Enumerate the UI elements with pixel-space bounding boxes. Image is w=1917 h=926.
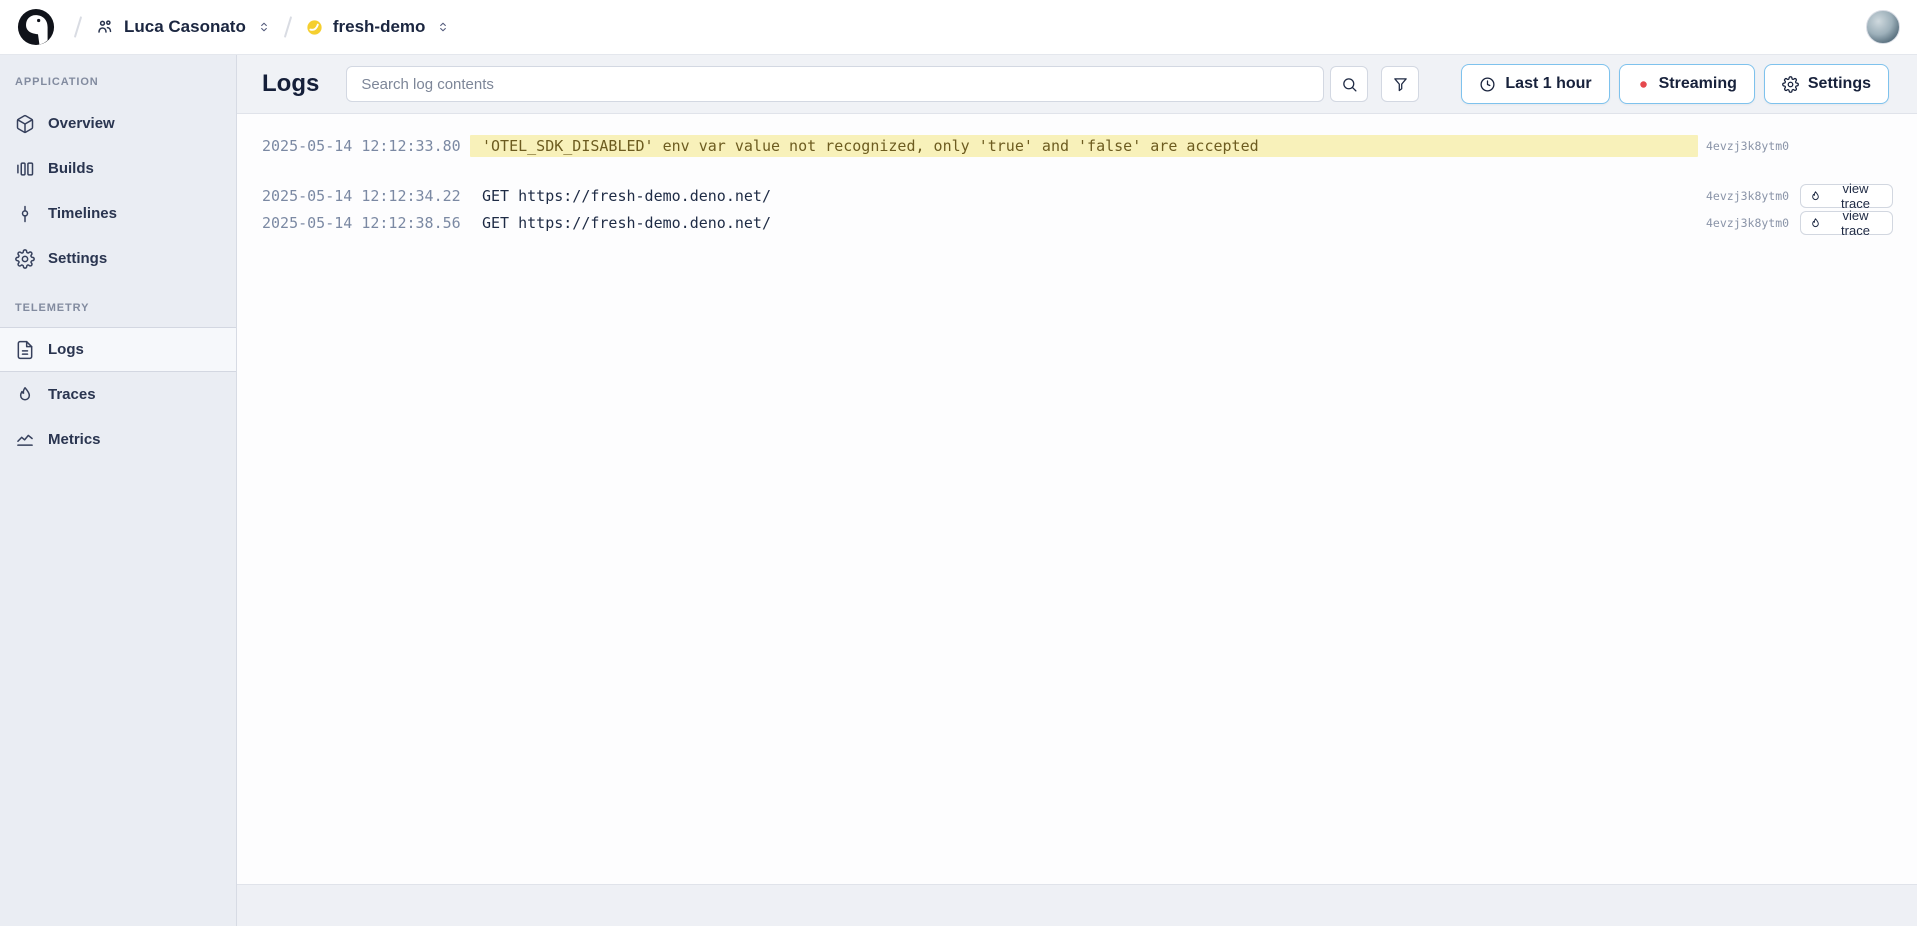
breadcrumb-project-label: fresh-demo <box>333 17 426 37</box>
sidebar-item-timelines[interactable]: Timelines <box>0 191 236 236</box>
sidebar-item-label: Metrics <box>48 431 101 448</box>
filter-icon <box>1392 76 1409 93</box>
deno-logo[interactable] <box>17 8 55 46</box>
log-row[interactable]: 2025-05-14 12:12:38.56 GET https://fresh-… <box>237 212 1917 234</box>
search-input[interactable] <box>346 66 1324 102</box>
sidebar-item-overview[interactable]: Overview <box>0 101 236 146</box>
sidebar-item-label: Timelines <box>48 205 117 222</box>
clock-icon <box>1479 76 1496 93</box>
view-trace-label: view trace <box>1827 181 1884 211</box>
filter-button[interactable] <box>1381 66 1419 102</box>
log-row[interactable]: 2025-05-14 12:12:33.80 'OTEL_SDK_DISABLED… <box>237 135 1917 157</box>
sidebar-item-traces[interactable]: Traces <box>0 372 236 417</box>
avatar[interactable] <box>1866 10 1900 44</box>
log-list: 2025-05-14 12:12:33.80 'OTEL_SDK_DISABLED… <box>237 114 1917 884</box>
topbar: Luca Casonato fresh-demo <box>0 0 1917 55</box>
deno-logo-icon <box>17 8 55 46</box>
breadcrumb-separator <box>74 16 82 38</box>
gear-icon <box>15 249 35 269</box>
toolbar-actions: Last 1 hour Streaming Settings <box>1461 64 1889 104</box>
log-message-warning: 'OTEL_SDK_DISABLED' env var value not re… <box>470 135 1698 157</box>
breadcrumb-org[interactable]: Luca Casonato <box>95 17 271 37</box>
sidebar-item-label: Logs <box>48 341 84 358</box>
flame-icon <box>1809 190 1822 203</box>
view-trace-label: view trace <box>1827 208 1884 238</box>
organization-icon <box>95 17 115 37</box>
sidebar-section-label: TELEMETRY <box>0 281 236 327</box>
red-dot-icon <box>1637 78 1650 91</box>
logs-toolbar: Logs Last 1 hour Streaming Setti <box>237 55 1917 114</box>
streaming-label: Streaming <box>1659 75 1737 93</box>
sidebar-item-label: Settings <box>48 250 107 267</box>
log-settings-label: Settings <box>1808 75 1871 93</box>
time-range-button[interactable]: Last 1 hour <box>1461 64 1609 104</box>
sidebar: APPLICATION Overview Builds Timelines Settin… <box>0 55 237 926</box>
log-message-wrap: GET https://fresh-demo.deno.net/ <box>470 187 1698 205</box>
sidebar-item-builds[interactable]: Builds <box>0 146 236 191</box>
log-message: GET https://fresh-demo.deno.net/ <box>470 187 783 205</box>
cube-icon <box>15 114 35 134</box>
file-text-icon <box>15 340 35 360</box>
log-row[interactable]: 2025-05-14 12:12:34.22 GET https://fresh-… <box>237 185 1917 207</box>
sidebar-item-settings[interactable]: Settings <box>0 236 236 281</box>
sidebar-section-label: APPLICATION <box>0 55 236 101</box>
footer-strip <box>237 884 1917 926</box>
sidebar-item-logs[interactable]: Logs <box>0 327 236 372</box>
view-trace-button[interactable]: view trace <box>1800 211 1893 235</box>
sidebar-item-label: Traces <box>48 386 96 403</box>
search-button[interactable] <box>1330 66 1368 102</box>
sidebar-item-metrics[interactable]: Metrics <box>0 417 236 462</box>
breadcrumb-separator <box>284 16 292 38</box>
main-content: Logs Last 1 hour Streaming Setti <box>237 55 1917 926</box>
breadcrumb-org-label: Luca Casonato <box>124 17 246 37</box>
log-timestamp: 2025-05-14 12:12:34.22 <box>262 187 458 205</box>
trace-slot: view trace <box>1800 184 1893 208</box>
chevron-updown-icon <box>257 20 271 34</box>
columns-icon <box>15 159 35 179</box>
page-title: Logs <box>262 70 319 98</box>
sidebar-item-label: Overview <box>48 115 115 132</box>
sidebar-item-label: Builds <box>48 160 94 177</box>
isolate-id: 4evzj3k8ytm0 <box>1706 189 1790 203</box>
timeline-icon <box>15 204 35 224</box>
log-message-wrap: 'OTEL_SDK_DISABLED' env var value not re… <box>470 135 1698 157</box>
log-message-wrap: GET https://fresh-demo.deno.net/ <box>470 214 1698 232</box>
gear-icon <box>1782 76 1799 93</box>
isolate-id: 4evzj3k8ytm0 <box>1706 139 1790 153</box>
streaming-button[interactable]: Streaming <box>1619 64 1755 104</box>
fresh-lemon-icon <box>305 18 324 37</box>
trace-slot: view trace <box>1800 211 1893 235</box>
log-timestamp: 2025-05-14 12:12:33.80 <box>262 137 458 155</box>
view-trace-button[interactable]: view trace <box>1800 184 1893 208</box>
search-icon <box>1341 76 1358 93</box>
isolate-id: 4evzj3k8ytm0 <box>1706 216 1790 230</box>
time-range-label: Last 1 hour <box>1505 75 1591 93</box>
trend-icon <box>15 430 35 450</box>
breadcrumb-project[interactable]: fresh-demo <box>305 17 451 37</box>
flame-icon <box>1809 217 1822 230</box>
chevron-updown-icon <box>436 20 450 34</box>
log-message: GET https://fresh-demo.deno.net/ <box>470 214 783 232</box>
log-timestamp: 2025-05-14 12:12:38.56 <box>262 214 458 232</box>
flame-icon <box>15 385 35 405</box>
log-settings-button[interactable]: Settings <box>1764 64 1889 104</box>
